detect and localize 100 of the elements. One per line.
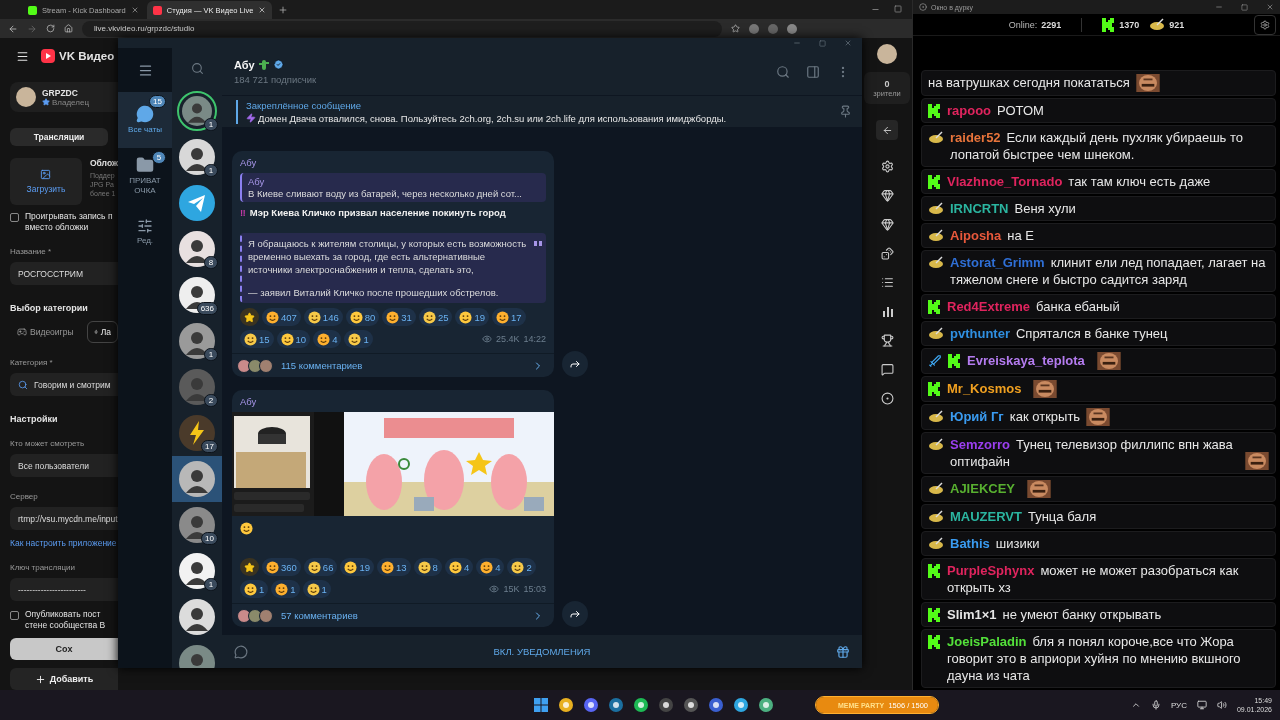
settings-button[interactable]: [1254, 15, 1276, 35]
comment-icon[interactable]: [234, 644, 248, 659]
help-link[interactable]: Как настроить приложение: [10, 538, 118, 548]
reaction-pill[interactable]: 2: [507, 558, 536, 576]
trophy-icon[interactable]: [880, 334, 894, 347]
back-icon[interactable]: [8, 23, 18, 34]
address-bar[interactable]: live.vkvideo.ru/grpzdc/studio: [82, 20, 722, 37]
share-button[interactable]: [562, 351, 588, 377]
folder-tab[interactable]: Ред.: [118, 204, 172, 260]
reaction-pill[interactable]: 1: [344, 330, 373, 348]
app-icon[interactable]: [659, 698, 673, 712]
app-icon[interactable]: [759, 698, 773, 712]
app-icon[interactable]: [684, 698, 698, 712]
upload-button[interactable]: Загрузить: [10, 158, 82, 205]
broadcasts-tab[interactable]: Трансляции: [10, 128, 108, 146]
reaction-pill[interactable]: 31: [382, 308, 416, 326]
checkbox[interactable]: [10, 213, 19, 222]
reaction-pill[interactable]: 4: [313, 330, 342, 348]
list-icon[interactable]: [880, 276, 894, 289]
chat-icon[interactable]: [880, 363, 894, 376]
reaction-pill[interactable]: 4: [476, 558, 505, 576]
app-icon[interactable]: [709, 698, 723, 712]
text-field[interactable]: ------------------------: [10, 578, 118, 601]
reaction-pill[interactable]: 25: [418, 308, 453, 326]
reaction-pill[interactable]: 360: [262, 558, 301, 576]
user-card[interactable]: GRPZDC Владелец: [10, 82, 118, 112]
maximize-icon[interactable]: [894, 5, 902, 13]
reaction-pill[interactable]: 146: [303, 308, 343, 326]
pinned-message[interactable]: Закреплённое сообщение Домен Двача отвалился, снова. Пользуйтесь 2ch.org, 2ch.su или 2ch.life для использования имиджборды.: [222, 95, 862, 127]
app-icon[interactable]: [634, 698, 648, 712]
reaction-pill[interactable]: [240, 308, 259, 326]
avatar[interactable]: [877, 44, 897, 64]
app-icon[interactable]: [734, 698, 748, 712]
reaction-pill[interactable]: 10: [276, 330, 311, 348]
reaction-pill[interactable]: [240, 558, 259, 576]
chat-item[interactable]: 1: [172, 88, 222, 134]
language-indicator[interactable]: РУС: [1170, 700, 1187, 710]
volume-icon[interactable]: [1216, 700, 1227, 710]
sidebar-icon[interactable]: [806, 64, 820, 79]
add-button[interactable]: Добавить: [10, 668, 118, 690]
app-icon[interactable]: [584, 698, 598, 712]
reload-icon[interactable]: [46, 24, 55, 33]
share-button[interactable]: [562, 601, 588, 627]
reaction-pill[interactable]: 4: [444, 558, 474, 576]
dice-icon[interactable]: [880, 247, 894, 260]
collapse-button[interactable]: [876, 120, 898, 140]
close-icon[interactable]: [1266, 3, 1274, 11]
category-chip[interactable]: Видеоигры: [10, 321, 81, 343]
gem-icon[interactable]: [880, 189, 894, 202]
reaction-pill[interactable]: 80: [345, 308, 380, 326]
reaction-pill[interactable]: 8: [413, 558, 442, 576]
monitor-icon[interactable]: [1196, 700, 1207, 710]
close-icon[interactable]: [258, 6, 267, 14]
chat-item[interactable]: 8: [172, 226, 222, 272]
reply-preview[interactable]: Абу В Киеве сливают воду из батарей, через несколько дней сот...: [240, 173, 546, 202]
reaction-pill[interactable]: 17: [492, 308, 526, 326]
settings-icon[interactable]: [880, 160, 894, 173]
reaction-pill[interactable]: 15: [240, 330, 274, 348]
app-icon[interactable]: [559, 698, 573, 712]
chat-item[interactable]: [172, 456, 222, 502]
pin-list-icon[interactable]: [839, 105, 852, 118]
search-field[interactable]: Говорим и смотрим: [10, 373, 118, 396]
reaction-pill[interactable]: 13: [377, 558, 411, 576]
menu-icon[interactable]: [16, 49, 29, 63]
app-icon[interactable]: [609, 698, 623, 712]
extension-icon[interactable]: [749, 23, 759, 34]
search-icon[interactable]: [190, 61, 204, 75]
record-icon[interactable]: [880, 392, 894, 405]
folder-tab[interactable]: ПРИВАТ ОЧКА 5: [118, 148, 172, 204]
close-icon[interactable]: [130, 6, 139, 14]
reaction-pill[interactable]: 1: [240, 580, 269, 598]
maximize-icon[interactable]: [1241, 3, 1248, 11]
mic-icon[interactable]: [1150, 700, 1161, 710]
extension-icon[interactable]: [768, 23, 778, 34]
chat-item[interactable]: 10: [172, 502, 222, 548]
gift-icon[interactable]: [836, 644, 850, 659]
save-button[interactable]: Сох: [10, 638, 118, 660]
chat-item[interactable]: 636: [172, 272, 222, 318]
extension-icon[interactable]: [787, 23, 797, 34]
menu-icon[interactable]: [137, 62, 153, 78]
new-tab-icon[interactable]: [278, 5, 289, 15]
windows-icon[interactable]: [534, 698, 548, 712]
chat-item[interactable]: 1: [172, 318, 222, 364]
comments-link[interactable]: 57 комментариев: [232, 603, 554, 627]
folder-tab[interactable]: Все чаты 15: [118, 92, 172, 148]
search-icon[interactable]: [776, 64, 790, 79]
bar-chart-icon[interactable]: [880, 305, 894, 318]
checkbox[interactable]: [10, 611, 19, 620]
reaction-pill[interactable]: 1: [302, 580, 331, 598]
gem-icon[interactable]: [880, 218, 894, 231]
reaction-pill[interactable]: 1: [271, 580, 300, 598]
bookmark-star-icon[interactable]: [731, 24, 740, 33]
chat-item[interactable]: 2: [172, 364, 222, 410]
reaction-pill[interactable]: 66: [303, 558, 338, 576]
text-field[interactable]: Все пользователи: [10, 454, 118, 477]
reaction-pill[interactable]: 19: [455, 308, 490, 326]
chat-item[interactable]: 1: [172, 548, 222, 594]
text-field[interactable]: РОСГОССТРИМ: [10, 262, 118, 285]
reaction-pill[interactable]: 19: [340, 558, 374, 576]
comments-link[interactable]: 115 комментариев: [232, 353, 554, 377]
